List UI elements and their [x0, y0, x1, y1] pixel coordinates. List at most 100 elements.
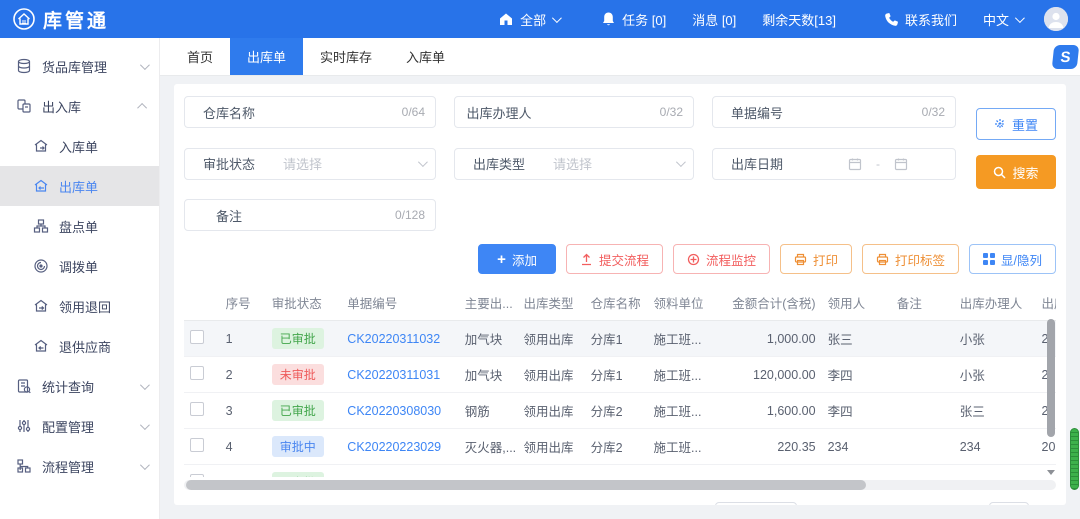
table-horizontal-scrollbar[interactable] [184, 480, 1056, 490]
cell-item: 加气块 [459, 357, 518, 393]
flow-monitor-label: 流程监控 [706, 250, 756, 269]
header-remark: 备注 [891, 285, 954, 321]
sidebar-item-stats[interactable]: 统计查询 [0, 366, 159, 406]
calendar-icon[interactable] [894, 157, 908, 171]
sidebar-item-return[interactable]: 领用退回 [0, 286, 159, 326]
scroll-down-arrow-icon[interactable] [1047, 470, 1055, 475]
row-checkbox[interactable] [190, 438, 204, 452]
table-vertical-scrollbar[interactable] [1046, 317, 1056, 475]
app-title: 库管通 [43, 6, 109, 33]
doc-link[interactable]: CK20220311031 [347, 368, 440, 382]
outbound-panel: 仓库名称 0/64 出库办理人 0/32 单据编号 0/32 审批状态 请选择 … [174, 84, 1066, 505]
cell-unit: 施工班... [648, 429, 717, 465]
flow-icon [15, 458, 32, 475]
goto-page-input[interactable] [989, 502, 1029, 505]
outbound-date-range[interactable]: 出库日期 - [712, 148, 956, 180]
sidebar-item-return-supplier[interactable]: 退供应商 [0, 326, 159, 366]
status-badge: 审批中 [272, 436, 324, 457]
warehouse-name-field[interactable]: 仓库名称 0/64 [184, 96, 436, 128]
contact-link[interactable]: 联系我们 [884, 10, 957, 29]
row-checkbox[interactable] [190, 330, 204, 344]
table-row[interactable]: 2 未审批 CK20220311031 加气块 领用出库 分库1 施工班... … [184, 357, 1056, 393]
approval-status-select[interactable]: 审批状态 请选择 [184, 148, 436, 180]
doc-link[interactable]: CK20220223029 [347, 440, 441, 454]
add-button[interactable]: +添加 [478, 244, 556, 274]
cell-remark [891, 393, 954, 429]
logo-house-icon [12, 7, 36, 31]
sidebar-item-label: 货品库管理 [42, 57, 107, 76]
tab-realtime-stock[interactable]: 实时库存 [303, 38, 389, 75]
tab-label: 实时库存 [320, 47, 372, 66]
sidebar-item-inout[interactable]: 出入库 [0, 86, 159, 126]
header-amount: 金额合计(含税) [717, 285, 822, 321]
language-selector[interactable]: 中文 [983, 10, 1022, 29]
person-icon [1044, 7, 1068, 31]
app-logo[interactable]: 库管通 [12, 6, 109, 33]
char-counter: 0/32 [922, 105, 945, 119]
cell-warehouse: 分库2 [585, 393, 648, 429]
handler-field[interactable]: 出库办理人 0/32 [454, 96, 694, 128]
cell-handler: 庹林 [954, 465, 1036, 478]
sidebar-item-goods[interactable]: 货品库管理 [0, 46, 159, 86]
bell-icon [601, 11, 616, 27]
sidebar-item-inbound[interactable]: 入库单 [0, 126, 159, 166]
table-row[interactable]: 1 已审批 CK20220311032 加气块 领用出库 分库1 施工班... … [184, 321, 1056, 357]
sidebar-item-config[interactable]: 配置管理 [0, 406, 159, 446]
char-counter: 0/128 [395, 208, 425, 222]
row-checkbox[interactable] [190, 402, 204, 416]
sidebar: 货品库管理 出入库 入库单 出库单 盘点单 调拨单 领用退回 退供应商 统计查询… [0, 38, 160, 519]
table-row[interactable]: 5 已审批 CK20211231028 不锈钢... 领用出库 分库2 施工班.… [184, 465, 1056, 478]
messages-link[interactable]: 消息 [0] [692, 10, 736, 29]
sidebar-item-label: 出库单 [59, 177, 98, 196]
cell-remark [891, 321, 954, 357]
row-checkbox[interactable] [190, 366, 204, 380]
cell-receiver: 李四 [822, 393, 891, 429]
cell-type: 领用出库 [517, 393, 584, 429]
assistant-widget-icon[interactable]: S [1052, 45, 1080, 69]
flow-monitor-button[interactable]: 流程监控 [673, 244, 770, 274]
doc-link[interactable]: CK20211231028 [347, 476, 440, 478]
calendar-icon[interactable] [848, 157, 862, 171]
outbound-type-select[interactable]: 出库类型 请选择 [454, 148, 694, 180]
row-checkbox[interactable] [190, 474, 204, 477]
doc-link[interactable]: CK20220311032 [347, 332, 440, 346]
scope-selector[interactable]: 全部 [498, 10, 559, 29]
remark-field[interactable]: 备注 0/128 [184, 199, 436, 231]
doc-link[interactable]: CK20220308030 [347, 404, 441, 418]
page-scrollbar-thumb[interactable] [1070, 428, 1079, 490]
sidebar-item-flow[interactable]: 流程管理 [0, 446, 159, 486]
scrollbar-thumb[interactable] [1047, 319, 1055, 437]
field-label: 单据编号 [713, 97, 801, 127]
main-content: 首页 出库单 实时库存 入库单 S 仓库名称 0/64 出库办理人 0/32 单… [160, 38, 1080, 519]
sidebar-item-transfer[interactable]: 调拨单 [0, 246, 159, 286]
sidebar-item-outbound[interactable]: 出库单 [0, 166, 159, 206]
sidebar-item-label: 统计查询 [42, 377, 94, 396]
table-row[interactable]: 4 审批中 CK20220223029 灭火器,... 领用出库 分库2 施工班… [184, 429, 1056, 465]
cell-no: 5 [220, 465, 266, 478]
cell-remark [891, 429, 954, 465]
tab-outbound[interactable]: 出库单 [230, 38, 303, 75]
sidebar-item-stocktake[interactable]: 盘点单 [0, 206, 159, 246]
sidebar-item-label: 调拨单 [59, 257, 98, 276]
select-placeholder: 请选择 [553, 154, 592, 173]
reset-button[interactable]: 重置 [976, 108, 1056, 140]
doc-number-field[interactable]: 单据编号 0/32 [712, 96, 956, 128]
tasks-link[interactable]: 任务 [0] [601, 10, 666, 29]
show-hide-columns-button[interactable]: 显/隐列 [969, 244, 1056, 274]
print-label-button[interactable]: 打印标签 [862, 244, 959, 274]
field-label: 审批状态 [185, 149, 273, 179]
print-button[interactable]: 打印 [780, 244, 852, 274]
days-left-badge[interactable]: 剩余天数[13] [762, 10, 836, 29]
per-page-select[interactable]: 10条/页 [715, 502, 796, 505]
reset-icon [994, 118, 1006, 130]
field-label: 仓库名称 [185, 97, 273, 127]
table-row[interactable]: 3 已审批 CK20220308030 钢筋 领用出库 分库2 施工班... 1… [184, 393, 1056, 429]
search-button[interactable]: 搜索 [976, 155, 1056, 189]
scrollbar-thumb[interactable] [186, 480, 866, 490]
date-separator: - [876, 157, 880, 171]
submit-flow-button[interactable]: 提交流程 [566, 244, 663, 274]
tab-home[interactable]: 首页 [170, 38, 230, 75]
tab-label: 入库单 [406, 47, 445, 66]
tab-inbound[interactable]: 入库单 [389, 38, 462, 75]
avatar[interactable] [1044, 7, 1068, 31]
